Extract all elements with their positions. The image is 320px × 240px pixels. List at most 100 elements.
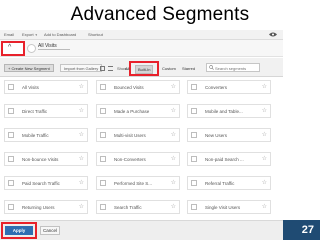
cancel-button[interactable]: Cancel <box>40 226 60 235</box>
star-icon[interactable]: ☆ <box>79 179 84 186</box>
star-icon[interactable]: ☆ <box>79 155 84 162</box>
segment-label: Multi-visit Users <box>114 133 146 138</box>
segment-label: New Users <box>205 133 228 138</box>
segment-checkbox[interactable] <box>8 156 14 162</box>
segment-checkbox[interactable] <box>100 108 106 114</box>
star-icon[interactable]: ☆ <box>79 83 84 90</box>
segment-checkbox[interactable] <box>8 84 14 90</box>
segment-checkbox[interactable] <box>100 156 106 162</box>
segment-color-dot <box>27 44 36 53</box>
segment-card[interactable]: Search Traffic ☆ <box>96 200 180 214</box>
segment-underline <box>38 49 70 50</box>
segment-card[interactable]: Direct Traffic ☆ <box>4 104 88 118</box>
search-segments-box[interactable] <box>206 63 260 72</box>
filter-built-in[interactable]: Built-In <box>135 65 154 74</box>
segment-card[interactable]: Mobile Traffic ☆ <box>4 128 88 142</box>
chevron-down-icon: ▼ <box>34 33 38 37</box>
segment-label: Mobile and Table... <box>205 109 243 114</box>
slide-title: Advanced Segments <box>70 4 250 25</box>
star-icon[interactable]: ☆ <box>262 83 267 90</box>
star-icon[interactable]: ☆ <box>262 107 267 114</box>
segment-card[interactable]: Mobile and Table... ☆ <box>187 104 271 118</box>
segment-checkbox[interactable] <box>191 108 197 114</box>
star-icon[interactable]: ☆ <box>262 131 267 138</box>
segment-card[interactable]: Converters ☆ <box>187 80 271 94</box>
segment-card[interactable]: Bounced Visits ☆ <box>96 80 180 94</box>
segment-label: Non-paid Search ... <box>205 157 244 162</box>
segment-checkbox[interactable] <box>8 204 14 210</box>
chevron-up-icon: ^ <box>8 44 12 51</box>
segment-label: Paid Search Traffic <box>22 181 60 186</box>
segment-label: Direct Traffic <box>22 109 48 114</box>
create-new-segment-button[interactable]: + Create New Segment <box>4 64 54 72</box>
segment-label: Returning Users <box>22 205 55 210</box>
star-icon[interactable]: ☆ <box>171 203 176 210</box>
segment-checkbox[interactable] <box>191 180 197 186</box>
segment-label: Made a Purchase <box>114 109 150 114</box>
segment-card[interactable]: Performed Site S... ☆ <box>96 176 180 190</box>
star-icon[interactable]: ☆ <box>171 179 176 186</box>
segment-checkbox[interactable] <box>100 132 106 138</box>
segment-grid: All Visits ☆ Bounced Visits ☆ Converters… <box>0 78 283 220</box>
segment-label: Non-Converters <box>114 157 146 162</box>
segment-label: All Visits <box>22 85 39 90</box>
star-icon[interactable]: ☆ <box>171 83 176 90</box>
segment-label: Mobile Traffic <box>22 133 49 138</box>
segment-label: Referral Traffic <box>205 181 235 186</box>
filter-all[interactable]: All <box>125 66 129 71</box>
segment-checkbox[interactable] <box>100 180 106 186</box>
segment-label: Non-bounce Visits <box>22 157 59 162</box>
segment-checkbox[interactable] <box>8 108 14 114</box>
segment-checkbox[interactable] <box>8 132 14 138</box>
segment-card[interactable]: Non-Converters ☆ <box>96 152 180 166</box>
star-icon[interactable]: ☆ <box>79 107 84 114</box>
segment-checkbox[interactable] <box>191 132 197 138</box>
export-button[interactable]: Export ▼ <box>22 32 38 37</box>
list-view-icon[interactable] <box>108 66 113 71</box>
star-icon[interactable]: ☆ <box>79 203 84 210</box>
shortcut-button[interactable]: Shortcut <box>88 32 103 37</box>
star-icon[interactable]: ☆ <box>262 179 267 186</box>
segment-selector-row: ^ All Visits <box>0 40 283 57</box>
segment-checkbox[interactable] <box>191 156 197 162</box>
segment-label: Bounced Visits <box>114 85 144 90</box>
segment-card[interactable]: Returning Users ☆ <box>4 200 88 214</box>
bottom-action-bar: Apply Cancel <box>0 220 283 240</box>
add-to-dashboard-button[interactable]: Add to Dashboard <box>44 32 76 37</box>
segment-card[interactable]: Paid Search Traffic ☆ <box>4 176 88 190</box>
star-icon[interactable]: ☆ <box>262 203 267 210</box>
apply-button[interactable]: Apply <box>5 226 33 235</box>
star-icon[interactable]: ☆ <box>171 155 176 162</box>
email-button[interactable]: Email <box>4 32 14 37</box>
segment-card[interactable]: Non-paid Search ... ☆ <box>187 152 271 166</box>
segment-label: Converters <box>205 85 228 90</box>
apply-highlight: Apply <box>1 222 37 239</box>
import-from-gallery-button[interactable]: Import from Gallery <box>60 64 103 72</box>
segment-checkbox[interactable] <box>191 84 197 90</box>
search-input[interactable] <box>215 65 259 71</box>
segment-card[interactable]: Non-bounce Visits ☆ <box>4 152 88 166</box>
segment-card[interactable]: Referral Traffic ☆ <box>187 176 271 190</box>
segment-checkbox[interactable] <box>100 204 106 210</box>
segment-card[interactable]: All Visits ☆ <box>4 80 88 94</box>
segment-card[interactable]: Made a Purchase ☆ <box>96 104 180 118</box>
eye-icon[interactable] <box>269 32 277 37</box>
filter-starred[interactable]: Starred <box>182 66 195 71</box>
segment-checkbox[interactable] <box>8 180 14 186</box>
selected-segment-chip[interactable]: All Visits <box>38 43 70 50</box>
star-icon[interactable]: ☆ <box>262 155 267 162</box>
segment-card[interactable]: Single Visit Users ☆ <box>187 200 271 214</box>
slide-number: 27 <box>301 224 314 236</box>
star-icon[interactable]: ☆ <box>171 131 176 138</box>
slide-number-bar: 27 <box>283 220 320 240</box>
collapse-segments-button[interactable]: ^ <box>1 41 25 56</box>
star-icon[interactable]: ☆ <box>171 107 176 114</box>
report-toolbar: Email Export ▼ Add to Dashboard Shortcut <box>0 30 283 40</box>
segment-card[interactable]: New Users ☆ <box>187 128 271 142</box>
segment-card[interactable]: Multi-visit Users ☆ <box>96 128 180 142</box>
star-icon[interactable]: ☆ <box>79 131 84 138</box>
segment-checkbox[interactable] <box>100 84 106 90</box>
segment-checkbox[interactable] <box>191 204 197 210</box>
grid-view-icon[interactable] <box>100 66 105 71</box>
filter-custom[interactable]: Custom <box>162 66 176 71</box>
